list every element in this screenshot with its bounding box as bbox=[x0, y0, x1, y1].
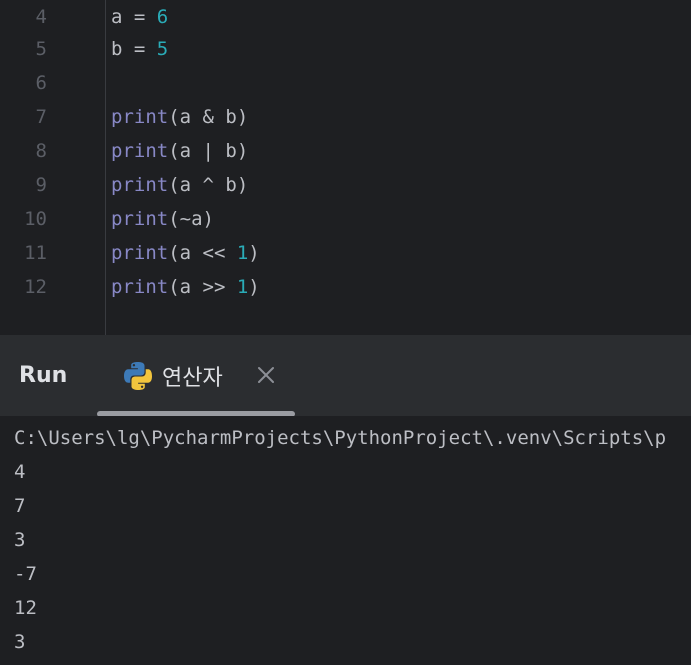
line-number: 4 bbox=[35, 6, 47, 28]
run-panel-title: Run bbox=[19, 363, 68, 388]
code-text: print(a | b) bbox=[111, 134, 248, 168]
code-line[interactable]: 10 print(~a) bbox=[0, 202, 691, 236]
code-token: (a & b) bbox=[168, 106, 249, 128]
line-number: 12 bbox=[24, 276, 47, 298]
code-text: print(a ^ b) bbox=[111, 168, 248, 202]
number-token: 1 bbox=[236, 276, 249, 298]
line-number: 7 bbox=[35, 106, 47, 128]
console-line: 3 bbox=[14, 529, 26, 551]
code-line[interactable]: 7 print(a & b) bbox=[0, 100, 691, 134]
console-line: C:\Users\lg\PycharmProjects\PythonProjec… bbox=[14, 427, 667, 449]
line-number: 6 bbox=[35, 72, 47, 94]
run-tab-label: 연산자 bbox=[162, 366, 223, 391]
console-line: 3 bbox=[14, 631, 26, 653]
code-token: (~a) bbox=[168, 208, 214, 230]
line-number: 9 bbox=[35, 174, 47, 196]
code-text: a = 6 bbox=[111, 0, 168, 34]
console-line: 7 bbox=[14, 495, 26, 517]
number-token: 1 bbox=[236, 242, 249, 264]
code-token: (a << bbox=[168, 242, 237, 264]
code-editor[interactable]: 4a = 65b = 5 6 7 print(a & b) 8 print(a | b) 9… bbox=[0, 0, 691, 335]
console-line: 4 bbox=[14, 461, 26, 483]
keyword-token: print bbox=[111, 208, 169, 230]
keyword-token: print bbox=[111, 174, 169, 196]
code-token: a = bbox=[111, 6, 157, 28]
code-line[interactable]: 5b = 5 bbox=[0, 32, 691, 66]
run-tool-window-header: Run 연산자 bbox=[0, 335, 691, 417]
line-number: 11 bbox=[24, 242, 47, 264]
code-line[interactable]: 11 print(a << 1) bbox=[0, 236, 691, 270]
code-token: b = bbox=[111, 38, 157, 60]
close-icon[interactable] bbox=[256, 365, 276, 385]
number-token: 5 bbox=[156, 38, 169, 60]
code-token: (a ^ b) bbox=[168, 174, 249, 196]
code-text: print(~a) bbox=[111, 202, 214, 236]
keyword-token: print bbox=[111, 242, 169, 264]
console-line: 12 bbox=[14, 597, 37, 619]
code-line[interactable]: 9 print(a ^ b) bbox=[0, 168, 691, 202]
console-line: -7 bbox=[14, 563, 37, 585]
code-text: print(a << 1) bbox=[111, 236, 260, 270]
code-line[interactable]: 6 bbox=[0, 66, 691, 100]
keyword-token: print bbox=[111, 276, 169, 298]
code-line[interactable]: 4 a = 6 bbox=[0, 0, 691, 34]
line-number: 10 bbox=[24, 208, 47, 230]
code-token: (a >> bbox=[168, 276, 237, 298]
code-token: (a | b) bbox=[168, 140, 249, 162]
number-token: 6 bbox=[156, 6, 169, 28]
code-text: print(a & b) bbox=[111, 100, 248, 134]
code-token: ) bbox=[248, 242, 260, 264]
code-text: print(a >> 1) bbox=[111, 270, 260, 304]
code-line[interactable]: 8 print(a | b) bbox=[0, 134, 691, 168]
python-icon bbox=[124, 362, 152, 390]
keyword-token: print bbox=[111, 106, 169, 128]
code-line[interactable]: 12 print(a >> 1) bbox=[0, 270, 691, 304]
code-token: ) bbox=[248, 276, 260, 298]
code-text: b = 5 bbox=[111, 32, 168, 66]
keyword-token: print bbox=[111, 140, 169, 162]
line-number: 5 bbox=[35, 38, 47, 60]
line-number: 8 bbox=[35, 140, 47, 162]
run-console-output[interactable]: C:\Users\lg\PycharmProjects\PythonProjec… bbox=[0, 416, 691, 665]
